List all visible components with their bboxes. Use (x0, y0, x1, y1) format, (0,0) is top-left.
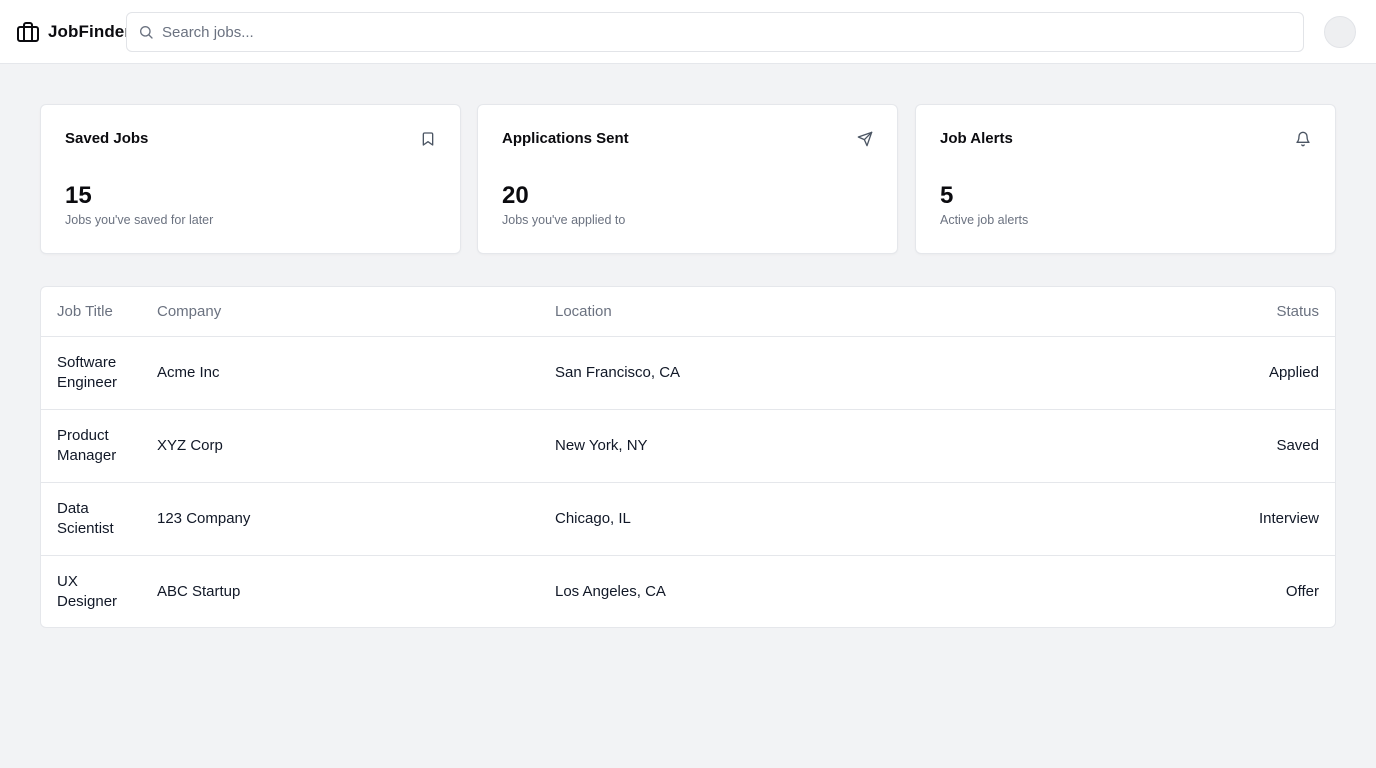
column-header-location[interactable]: Location (555, 287, 1135, 337)
status-cell: Offer (1285, 582, 1319, 600)
job-title-cell: Data Scientist (41, 482, 157, 556)
card-title: Applications Sent (502, 130, 629, 147)
jobs-table: Job Title Company Location Status Softwa… (41, 287, 1335, 627)
company-cell: XYZ Corp (157, 409, 555, 483)
applications-sent-card[interactable]: Applications Sent 20 Jobs you've applied… (477, 104, 898, 254)
job-title: Data Scientist (57, 499, 114, 537)
card-description: Active job alerts (940, 213, 1029, 227)
location-cell: Los Angeles, CA (555, 582, 666, 600)
search-icon (140, 26, 153, 39)
app-logo[interactable]: JobFinder (16, 20, 131, 44)
company-cell: ABC Startup (157, 582, 241, 600)
company-cell: 123 Company (157, 482, 555, 556)
status-cell: Saved (1135, 409, 1335, 483)
table-header-row: Job Title Company Location Status (41, 287, 1335, 337)
column-header-status[interactable]: Status (1135, 287, 1335, 337)
location-cell: Chicago, IL (555, 482, 1135, 556)
search-box[interactable] (126, 12, 1304, 52)
card-value: 5 (940, 182, 954, 209)
jobs-table-container: Job Title Company Location Status Softwa… (40, 286, 1336, 628)
job-title-cell: UX Designer (41, 555, 157, 627)
job-title: UX Designer (57, 572, 118, 610)
send-icon (857, 131, 873, 147)
card-title: Job Alerts (940, 130, 1013, 147)
card-description: Jobs you've saved for later (65, 213, 214, 227)
status-cell: Applied (1135, 336, 1335, 410)
location-cell: San Francisco, CA (555, 336, 1135, 410)
job-title-cell: Product Manager (41, 409, 157, 483)
company-cell: Acme Inc (157, 336, 555, 410)
job-title: Product Manager (57, 426, 117, 464)
job-alerts-card[interactable]: Job Alerts 5 Active job alerts (915, 104, 1336, 254)
card-description: Jobs you've applied to (502, 213, 626, 227)
search-input[interactable] (162, 23, 1262, 41)
column-header-company[interactable]: Company (157, 287, 555, 337)
job-title: Software Engineer (57, 353, 118, 391)
job-title-cell: Software Engineer (41, 336, 157, 410)
table-row[interactable]: Software Engineer Acme Inc San Francisco… (41, 336, 1335, 410)
briefcase-icon (17, 22, 39, 42)
card-value: 15 (65, 182, 92, 209)
location-cell: New York, NY (555, 409, 1135, 483)
status-cell: Interview (1135, 482, 1335, 556)
app-name: JobFinder (48, 22, 132, 41)
bookmark-icon (422, 132, 434, 146)
card-value: 20 (502, 182, 529, 209)
column-header-job-title[interactable]: Job Title (41, 287, 157, 337)
user-avatar[interactable] (1324, 16, 1356, 48)
table-row[interactable]: Product Manager XYZ Corp New York, NY Sa… (41, 409, 1335, 483)
top-bar: JobFinder (0, 0, 1376, 64)
table-row[interactable]: Data Scientist 123 Company Chicago, IL I… (41, 482, 1335, 556)
card-title: Saved Jobs (65, 130, 149, 147)
table-row[interactable]: UX Designer ABC Startup Los Angeles, CA … (41, 555, 1335, 627)
bell-icon (1296, 131, 1310, 147)
saved-jobs-card[interactable]: Saved Jobs 15 Jobs you've saved for late… (40, 104, 461, 254)
